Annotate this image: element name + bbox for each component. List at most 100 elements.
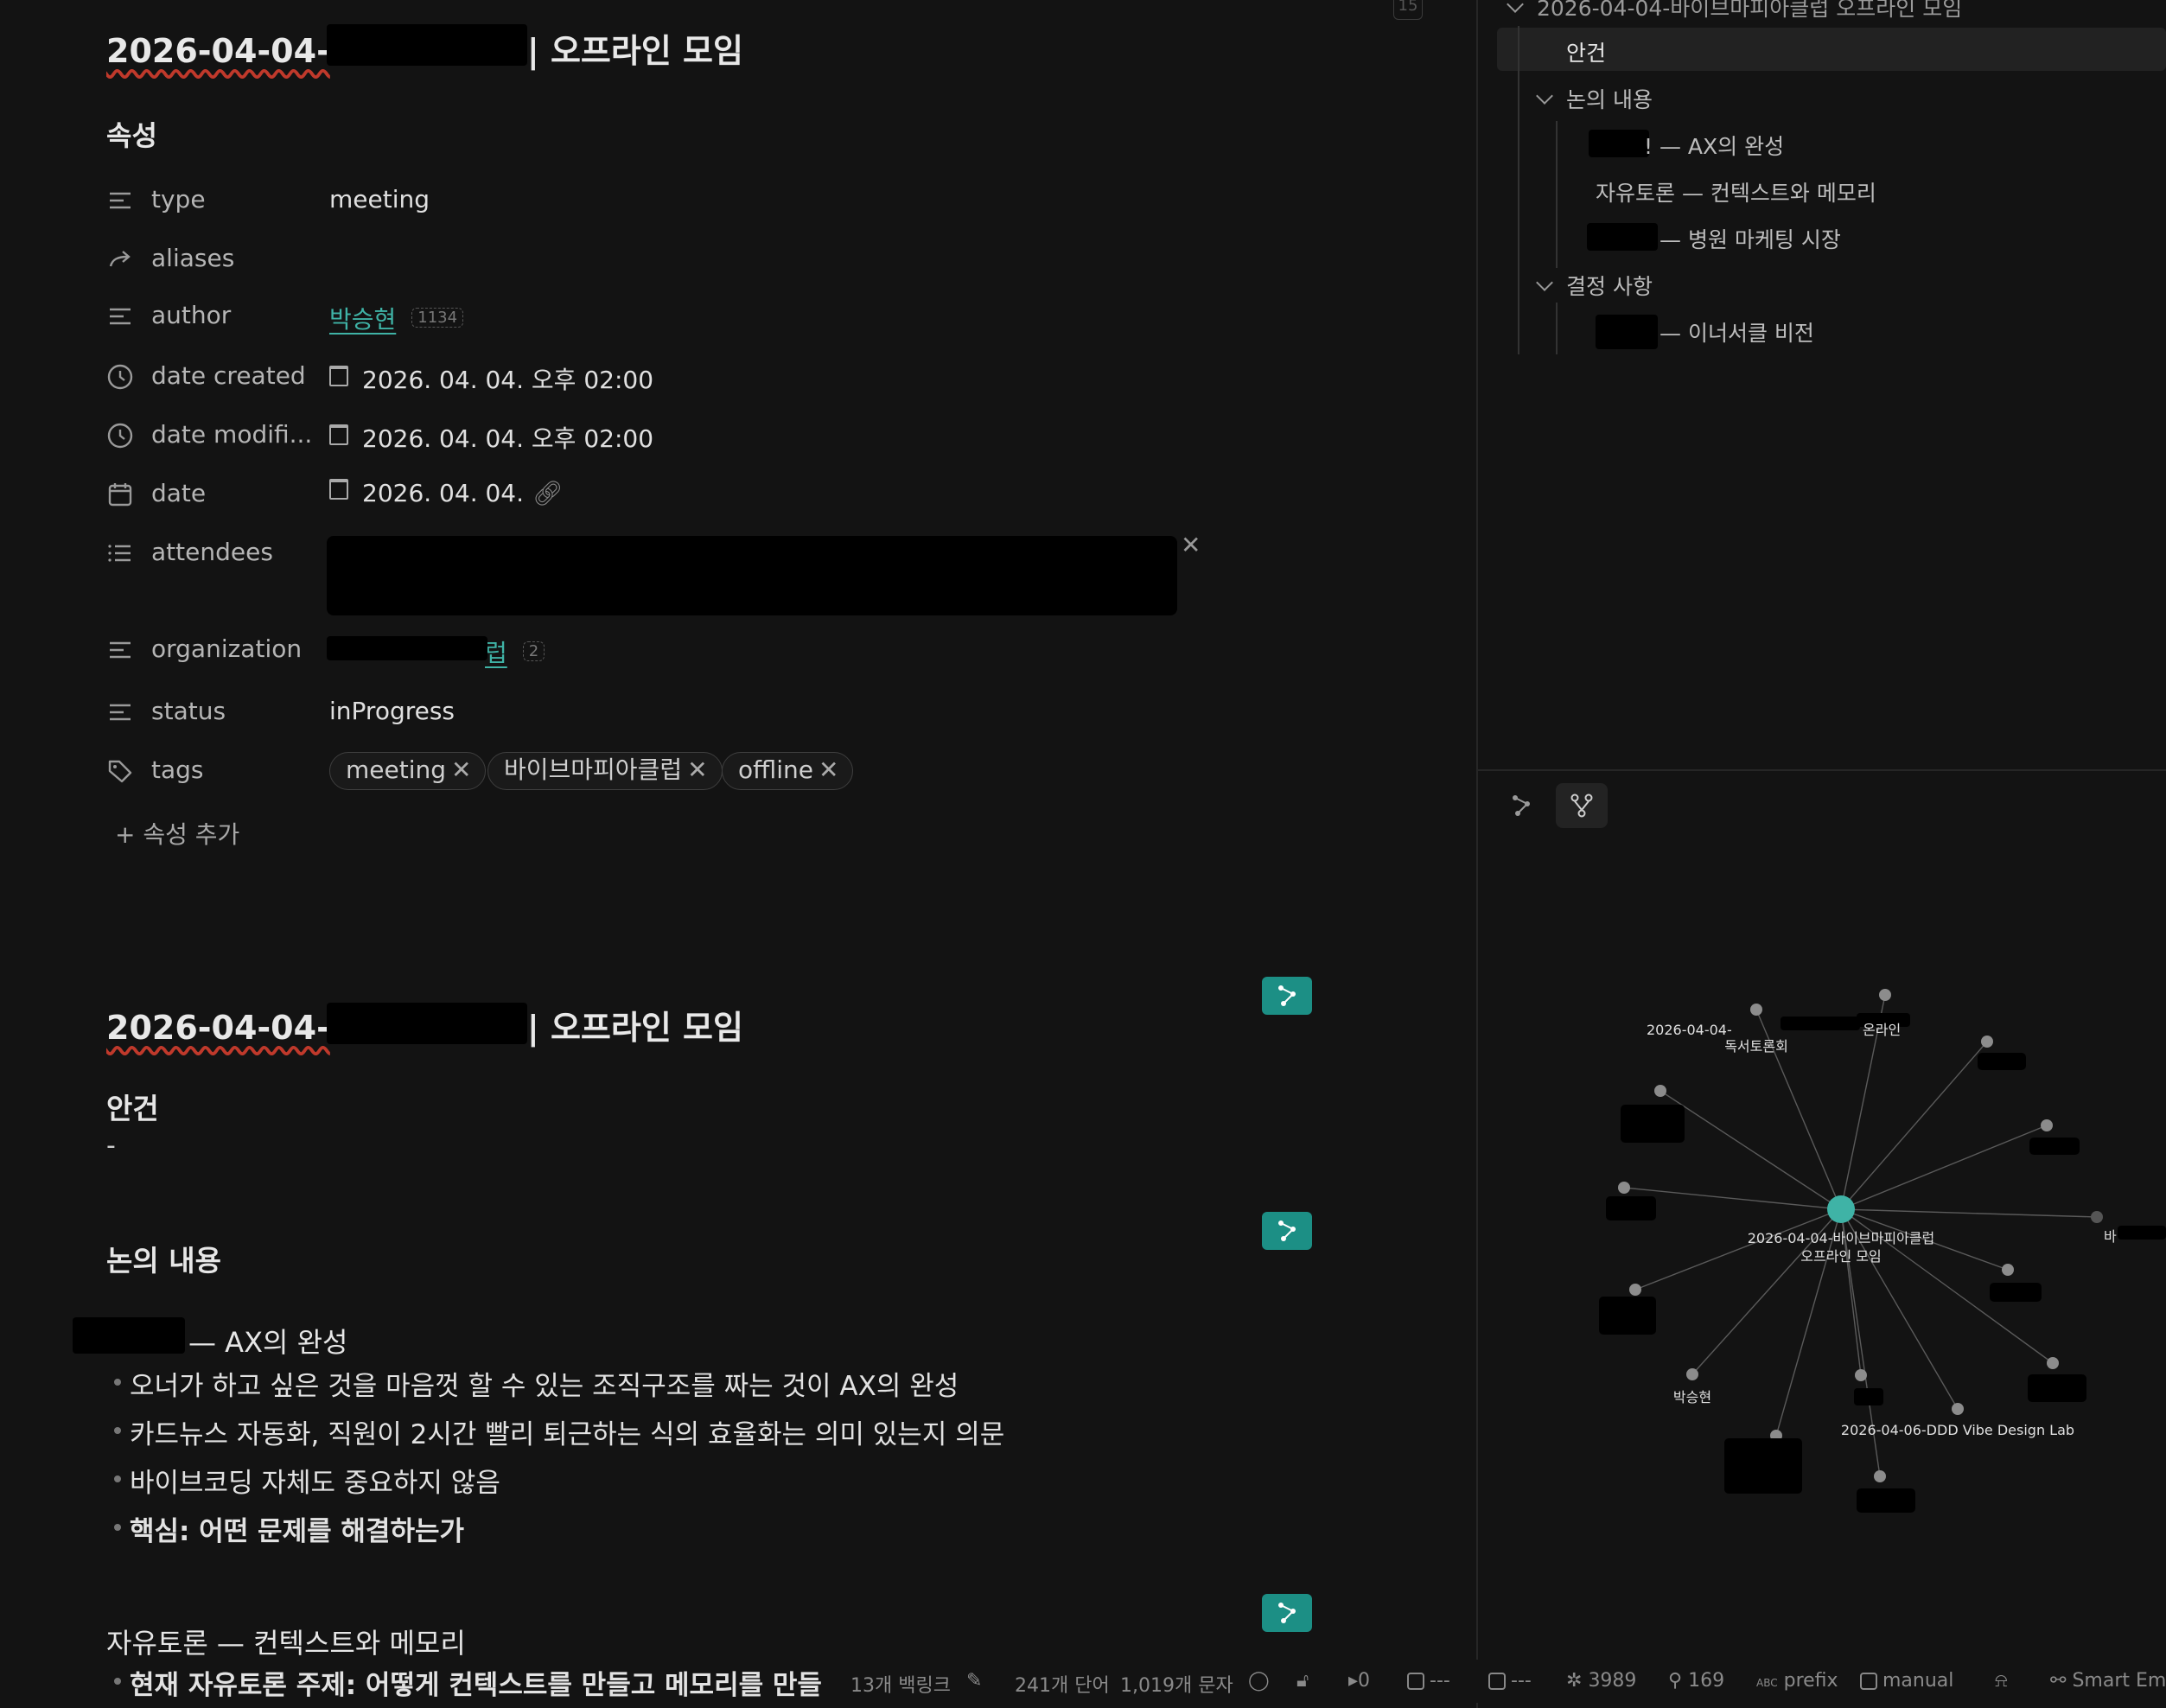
input-mode[interactable]: manual — [1860, 1670, 1953, 1692]
link-icon[interactable]: 🔗︎ — [532, 479, 564, 507]
property-value[interactable]: inProgress — [329, 697, 455, 725]
property-status[interactable]: status inProgress — [106, 693, 1187, 731]
graph-node[interactable] — [1952, 1403, 1964, 1415]
outline-root[interactable]: 2026-04-04-바이브마피아클럽 오프라인 모임 — [1507, 0, 1962, 22]
outline-guide — [1556, 121, 1558, 268]
edit-icon[interactable]: ✎ — [966, 1670, 982, 1692]
graph-action-button[interactable] — [1262, 977, 1312, 1015]
property-value[interactable]: meeting — [329, 185, 430, 214]
outline-item[interactable]: 안건 — [1566, 36, 1606, 67]
backlink-count[interactable]: 13개 백링크 — [850, 1670, 951, 1698]
property-key: date created — [151, 361, 306, 390]
editor-pane: 2026-04-04- | 오프라인 모임 속성 type meeting ali… — [0, 0, 1476, 1708]
property-date-created[interactable]: date created 2026. 04. 04. 오후 02:00 — [106, 358, 1187, 396]
chevron-down-icon[interactable] — [1507, 0, 1524, 13]
outline-item[interactable]: 결정 사항 — [1536, 270, 1653, 301]
property-date-modified[interactable]: date modifi... 2026. 04. 04. 오후 02:00 — [106, 417, 1187, 455]
property-key: aliases — [151, 244, 235, 272]
prefix-mode[interactable]: ABC prefix — [1756, 1670, 1838, 1692]
properties-heading: 속성 — [106, 119, 157, 152]
graph-node[interactable] — [2091, 1211, 2103, 1223]
property-date[interactable]: date 2026. 04. 04. 🔗︎ — [106, 475, 1187, 513]
graph-action-button[interactable] — [1262, 1594, 1312, 1632]
redaction — [327, 24, 527, 66]
graph-node[interactable] — [1874, 1470, 1886, 1482]
graph-depth-toggle[interactable] — [1556, 783, 1608, 828]
chevron-down-icon[interactable] — [1536, 87, 1553, 105]
outline-item[interactable]: 논의 내용 — [1536, 83, 1653, 114]
outline-item[interactable]: — 병원 마케팅 시장 — [1660, 223, 1841, 254]
graph-node[interactable] — [1855, 1369, 1867, 1381]
graph-action-button[interactable] — [1262, 1212, 1312, 1250]
author-link[interactable]: 박승현 — [329, 305, 396, 334]
graph-icon — [1278, 985, 1296, 1006]
bell-icon[interactable]: ⍾ — [1995, 1670, 2008, 1692]
graph-node[interactable] — [1618, 1182, 1630, 1194]
outline-guide — [1556, 303, 1558, 354]
date-modified-value[interactable]: 2026. 04. 04. 오후 02:00 — [329, 420, 653, 455]
outline-item[interactable]: 자유토론 — 컨텍스트와 메모리 — [1596, 176, 1876, 207]
author-value[interactable]: 박승현 1134 — [329, 301, 464, 335]
outline-panel — [1478, 0, 2166, 769]
remove-tag-icon[interactable]: ✕ — [819, 755, 838, 784]
property-type[interactable]: type meeting — [106, 182, 1187, 220]
date-value[interactable]: 2026. 04. 04. 🔗︎ — [329, 479, 564, 507]
check-circle-icon[interactable]: ◯ — [1248, 1670, 1270, 1692]
branch-icon — [1570, 793, 1593, 818]
agenda-text: - — [106, 1131, 116, 1161]
property-key: author — [151, 301, 232, 329]
redaction — [1589, 130, 1649, 157]
graph-icon — [1278, 1220, 1296, 1241]
local-graph-view[interactable]: 2026-04-04-바이브마피아클럽 오프라인 모임 2026-04-04- … — [1478, 864, 2166, 1642]
remove-tag-icon[interactable]: ✕ — [451, 755, 471, 784]
graph-node[interactable] — [2002, 1264, 2014, 1276]
property-aliases[interactable]: aliases — [106, 240, 1187, 278]
network-icon: ✲ — [1566, 1670, 1583, 1692]
redaction — [1587, 223, 1658, 251]
graph-node[interactable] — [1686, 1368, 1698, 1380]
graph-node-count[interactable]: ✲ 3989 — [1566, 1670, 1636, 1692]
graph-center-label: 오프라인 모임 — [1800, 1248, 1881, 1265]
graph-node[interactable] — [2041, 1119, 2053, 1131]
calendar-icon — [106, 481, 134, 508]
property-organization[interactable]: organization 럽2 — [106, 631, 1187, 669]
chevron-down-icon[interactable] — [1536, 274, 1553, 291]
graph-node[interactable] — [1750, 1004, 1762, 1016]
graph-node[interactable] — [1981, 1036, 1993, 1048]
graph-icon — [1513, 795, 1530, 816]
graph-node[interactable] — [1629, 1284, 1641, 1296]
panel-divider[interactable] — [1478, 769, 2166, 771]
graph-node[interactable] — [1654, 1085, 1666, 1097]
property-key: status — [151, 697, 226, 725]
sync-count[interactable]: ▸0 — [1348, 1670, 1370, 1692]
graph-node-label: 2026-04-04- — [1647, 1022, 1732, 1038]
status-bar: 13개 백링크 ✎ 241개 단어 1,019개 문자 ◯ 🔓︎ ▸0 --- … — [830, 1660, 2166, 1703]
char-count: 1,019개 문자 — [1120, 1675, 1233, 1697]
outline-item[interactable]: ! — AX의 완성 — [1644, 130, 1784, 161]
local-graph-toggle[interactable] — [1495, 783, 1547, 828]
outline-item[interactable]: — 이너서클 비전 — [1660, 316, 1814, 347]
camera-status[interactable]: --- — [1407, 1670, 1450, 1692]
tag-pill[interactable]: meeting ✕ — [329, 752, 487, 790]
redaction — [327, 636, 487, 660]
property-author[interactable]: author 박승현 1134 — [106, 297, 1187, 335]
organization-link[interactable]: 럽 — [485, 639, 507, 667]
date-created-value[interactable]: 2026. 04. 04. 오후 02:00 — [329, 361, 653, 396]
property-tags[interactable]: tags meeting ✕ 바이브마피아클럽 ✕ offline ✕ — [106, 752, 1187, 790]
add-property-button[interactable]: + 속성 추가 — [115, 816, 239, 851]
graph-node[interactable] — [1879, 989, 1891, 1001]
lock-icon[interactable]: 🔓︎ — [1296, 1670, 1309, 1692]
abc-icon: ABC — [1756, 1677, 1778, 1689]
graph-center-node[interactable] — [1827, 1195, 1855, 1223]
property-key: type — [151, 185, 206, 214]
link-count[interactable]: ⚲ 169 — [1668, 1670, 1724, 1692]
smart-embed[interactable]: ⚯ Smart Em — [2050, 1670, 2166, 1692]
remove-tag-icon[interactable]: ✕ — [687, 755, 707, 784]
chart-status[interactable]: --- — [1488, 1670, 1532, 1692]
tag-pill[interactable]: 바이브마피아클럽 ✕ — [487, 752, 723, 790]
graph-icon: ⚯ — [2050, 1670, 2067, 1692]
text-lines-icon — [106, 187, 134, 214]
close-icon[interactable]: ✕ — [1181, 531, 1201, 559]
tag-pill[interactable]: offline ✕ — [722, 752, 854, 790]
graph-node[interactable] — [2047, 1357, 2059, 1369]
